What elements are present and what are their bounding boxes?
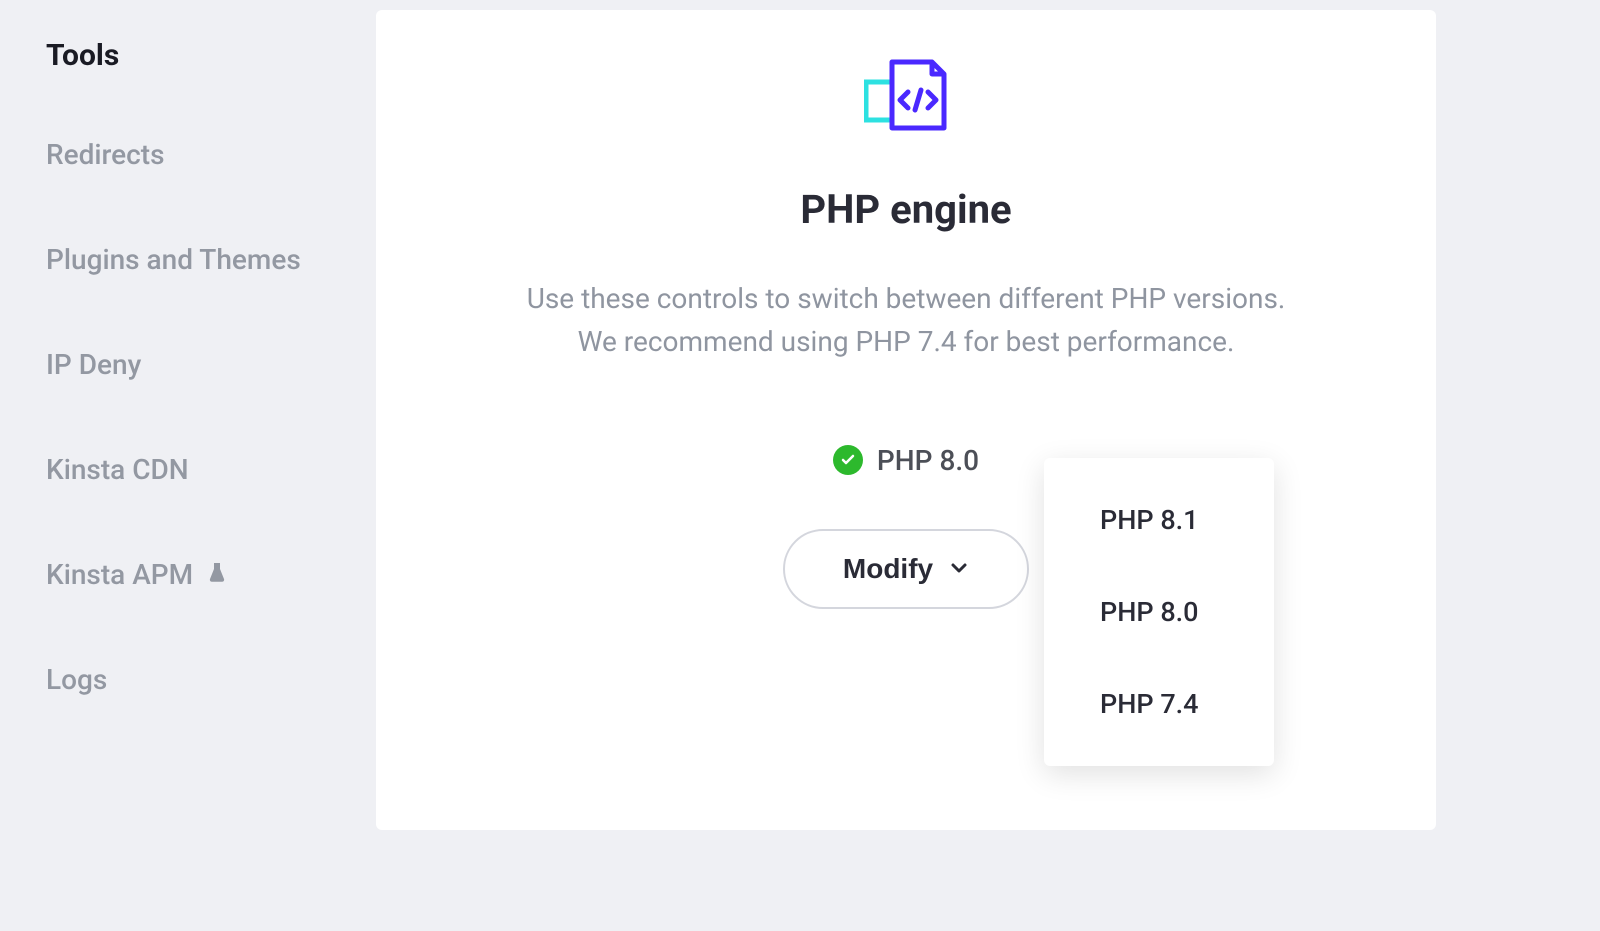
sidebar-item-tools[interactable]: Tools: [46, 38, 330, 73]
sidebar-item-kinsta-cdn[interactable]: Kinsta CDN: [46, 453, 330, 486]
dropdown-option-label: PHP 8.1: [1100, 504, 1199, 536]
modify-button-label: Modify: [843, 553, 933, 585]
sidebar-item-label: Logs: [46, 663, 107, 696]
sidebar-item-kinsta-apm[interactable]: Kinsta APM: [46, 558, 330, 591]
chevron-down-icon: [949, 553, 969, 585]
php-version-dropdown: PHP 8.1 PHP 8.0 PHP 7.4: [1044, 458, 1274, 766]
sidebar-item-redirects[interactable]: Redirects: [46, 138, 330, 171]
check-circle-icon: [833, 445, 863, 475]
dropdown-option-label: PHP 8.0: [1100, 596, 1199, 628]
dropdown-option-php-7-4[interactable]: PHP 7.4: [1044, 658, 1274, 730]
page-description: Use these controls to switch between dif…: [516, 277, 1296, 364]
page-title: PHP engine: [800, 186, 1011, 233]
current-version-row: PHP 8.0: [833, 444, 979, 477]
php-engine-card: PHP engine Use these controls to switch …: [376, 10, 1436, 830]
code-file-icon: [864, 58, 948, 138]
sidebar-item-logs[interactable]: Logs: [46, 663, 330, 696]
sidebar-item-label: IP Deny: [46, 348, 141, 381]
sidebar-item-ip-deny[interactable]: IP Deny: [46, 348, 330, 381]
sidebar: Tools Redirects Plugins and Themes IP De…: [0, 0, 376, 931]
main-content: PHP engine Use these controls to switch …: [376, 0, 1600, 931]
modify-button[interactable]: Modify: [783, 529, 1029, 609]
flask-icon: [207, 561, 227, 589]
current-version-label: PHP 8.0: [877, 444, 979, 477]
sidebar-item-label: Kinsta APM: [46, 558, 193, 591]
sidebar-item-plugins-themes[interactable]: Plugins and Themes: [46, 243, 330, 276]
sidebar-item-label: Tools: [46, 38, 119, 73]
dropdown-option-php-8-1[interactable]: PHP 8.1: [1044, 494, 1274, 566]
dropdown-option-label: PHP 7.4: [1100, 688, 1199, 720]
sidebar-item-label: Redirects: [46, 138, 165, 171]
sidebar-item-label: Plugins and Themes: [46, 243, 301, 276]
dropdown-option-php-8-0[interactable]: PHP 8.0: [1044, 566, 1274, 658]
sidebar-item-label: Kinsta CDN: [46, 453, 189, 486]
